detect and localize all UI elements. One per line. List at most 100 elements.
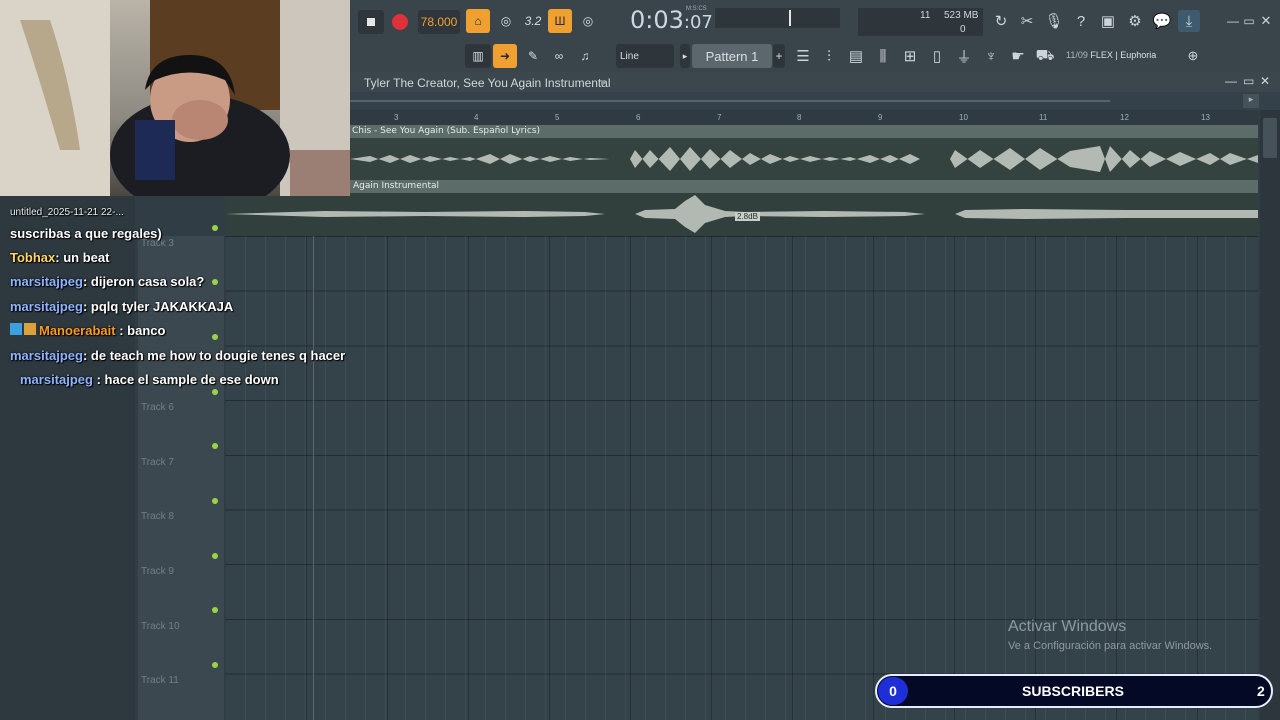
playlist-close-icon[interactable]: ✕ [1260,74,1270,88]
subscriber-goal-bar: SUBSCRIBERS 2 [875,674,1273,708]
playlist-maximize-icon[interactable]: ▭ [1243,74,1254,88]
track-mute-led[interactable] [212,553,218,559]
scissors-icon: ✂ [1020,13,1034,30]
browser-button[interactable]: ⊞ [899,45,921,67]
feedback-button[interactable]: 💬 [1151,10,1173,32]
playlist-arrow-button[interactable]: ➜ [493,44,517,68]
chat-message-text: : banco [119,323,166,338]
pattern-selector[interactable]: Pattern 1 [692,44,772,68]
vertical-scrollbar[interactable] [1260,110,1280,720]
piano-roll-button[interactable]: ▥ [465,44,491,68]
horizontal-scrollbar[interactable] [350,100,1110,102]
download-button[interactable]: ⤓ [1178,10,1200,32]
save-button[interactable]: ▣ [1097,10,1119,32]
mic-button[interactable]: 🎙 [1043,10,1065,32]
stop-icon [367,18,375,26]
track-mute-led[interactable] [212,279,218,285]
snap-select[interactable]: Line [616,44,674,68]
stamp-button[interactable]: ♫ [573,44,597,68]
chat-message: marsitajpeg : hace el sample de ese down [20,372,279,387]
cpu-value: 11 [920,10,931,21]
hint-bar: 11/09 FLEX | Euphoria [1066,50,1156,60]
track-mute-led[interactable] [212,225,218,231]
track-mute-led[interactable] [212,389,218,395]
playlist-button[interactable]: ☰ [792,45,814,67]
link-button[interactable]: ∞ [547,44,571,68]
audio-clip-2-header[interactable]: Again Instrumental [350,180,1258,193]
pattern-prev-button[interactable]: ▸ [680,44,690,68]
chat-message: suscribas a que regales) [10,226,162,241]
channel-rack-button[interactable]: ⫶ [818,45,840,67]
tempo-value: 78.000 [420,15,458,29]
scrollbar-thumb[interactable] [1263,118,1277,158]
chat-message-text: suscribas a que regales) [10,226,162,241]
track-label[interactable]: Track 11 [141,675,179,686]
link-icon: ∞ [554,49,564,63]
close-button[interactable]: ✕ [1255,10,1277,32]
help-button[interactable]: ? [1070,10,1092,32]
ruler-bar: 10 [959,113,968,122]
loop-icon: ◎ [582,14,594,28]
tap-icon: ♆ [985,47,997,65]
shop-button[interactable]: ⛟ [1034,45,1056,67]
clip-gain-label: 2.8dB [735,212,760,221]
mixer-button[interactable]: ⫼ [872,45,894,67]
touch-button[interactable]: ☛ [1007,45,1029,67]
track-mute-led[interactable] [212,443,218,449]
tempo-tap-button[interactable]: ♆ [980,45,1002,67]
audio-clip-2[interactable]: 2.8dB [225,193,1258,235]
wait-input-button[interactable]: ◎ [494,9,518,33]
add-pattern-button[interactable]: + [773,44,785,68]
draw-button[interactable]: ✎ [521,44,545,68]
audio-clip-1-header[interactable]: Chis - See You Again (Sub. Español Lyric… [350,125,1258,138]
loop-record-button[interactable]: ◎ [576,9,600,33]
countdown-button[interactable]: 3.2 [520,9,546,33]
project-button[interactable]: ▯ [926,45,948,67]
stamp-icon: ♫ [580,49,590,63]
hint-text: FLEX | Euphoria [1090,50,1157,60]
track-mute-led[interactable] [212,607,218,613]
hand-icon: ☛ [1011,48,1025,65]
piano-roll-window-button[interactable]: ▤ [845,45,867,67]
chat-message: Tobhax: un beat [10,250,109,265]
timeline-ruler[interactable]: 3 4 5 6 7 8 9 10 11 12 13 [350,110,1258,124]
track-label[interactable]: Track 7 [141,457,174,468]
memory-value: 523 MB [944,10,979,21]
playlist-minimize-icon[interactable]: — [1225,74,1237,88]
track-mute-led[interactable] [212,662,218,668]
help-icon: ? [1076,12,1086,30]
plug-icon: ⏚ [956,48,972,66]
track-label[interactable]: Track 9 [141,566,174,577]
chat-message: marsitajpeg: pqlq tyler JAKAKKAJA [10,299,233,314]
undo-button[interactable]: ↻ [990,10,1012,32]
ruler-bar: 6 [636,113,641,122]
audio-clip-1[interactable] [350,138,1258,180]
hint-date: 11/09 [1066,50,1088,60]
metronome-button[interactable]: ⌂ [466,9,490,33]
cut-button[interactable]: ✂ [1016,10,1038,32]
render-icon: ⚙ [1128,13,1142,30]
document-icon: ▯ [932,48,942,65]
playlist-title: Tyler The Creator, See You Again Instrum… [364,76,611,90]
plugin-button[interactable]: ⏚ [953,45,975,67]
tempo-display[interactable]: 78.000 [418,10,460,34]
render-button[interactable]: ⚙ [1124,10,1146,32]
stop-button[interactable] [358,10,384,34]
browser-icon: ⊞ [903,48,917,65]
playlist-icon: ☰ [796,48,810,65]
track-mute-led[interactable] [212,334,218,340]
scroll-right-button[interactable]: ▸ [1243,94,1259,108]
track-label[interactable]: Track 8 [141,511,174,522]
chat-badge-icon [24,323,36,335]
online-button[interactable]: ⊕ [1182,45,1204,67]
step-edit-button[interactable]: Ш [548,9,572,33]
playhead[interactable] [313,236,314,720]
close-icon: ✕ [1260,13,1272,28]
chat-message-text: : de teach me how to dougie tenes q hace… [82,348,346,363]
track-label[interactable]: Track 6 [141,402,174,413]
chat-username: marsitajpeg [10,274,83,289]
track-mute-led[interactable] [212,498,218,504]
record-button[interactable] [388,10,412,34]
track-label[interactable]: Track 10 [141,621,180,632]
time-unit-label: M:S:CS [686,6,707,12]
